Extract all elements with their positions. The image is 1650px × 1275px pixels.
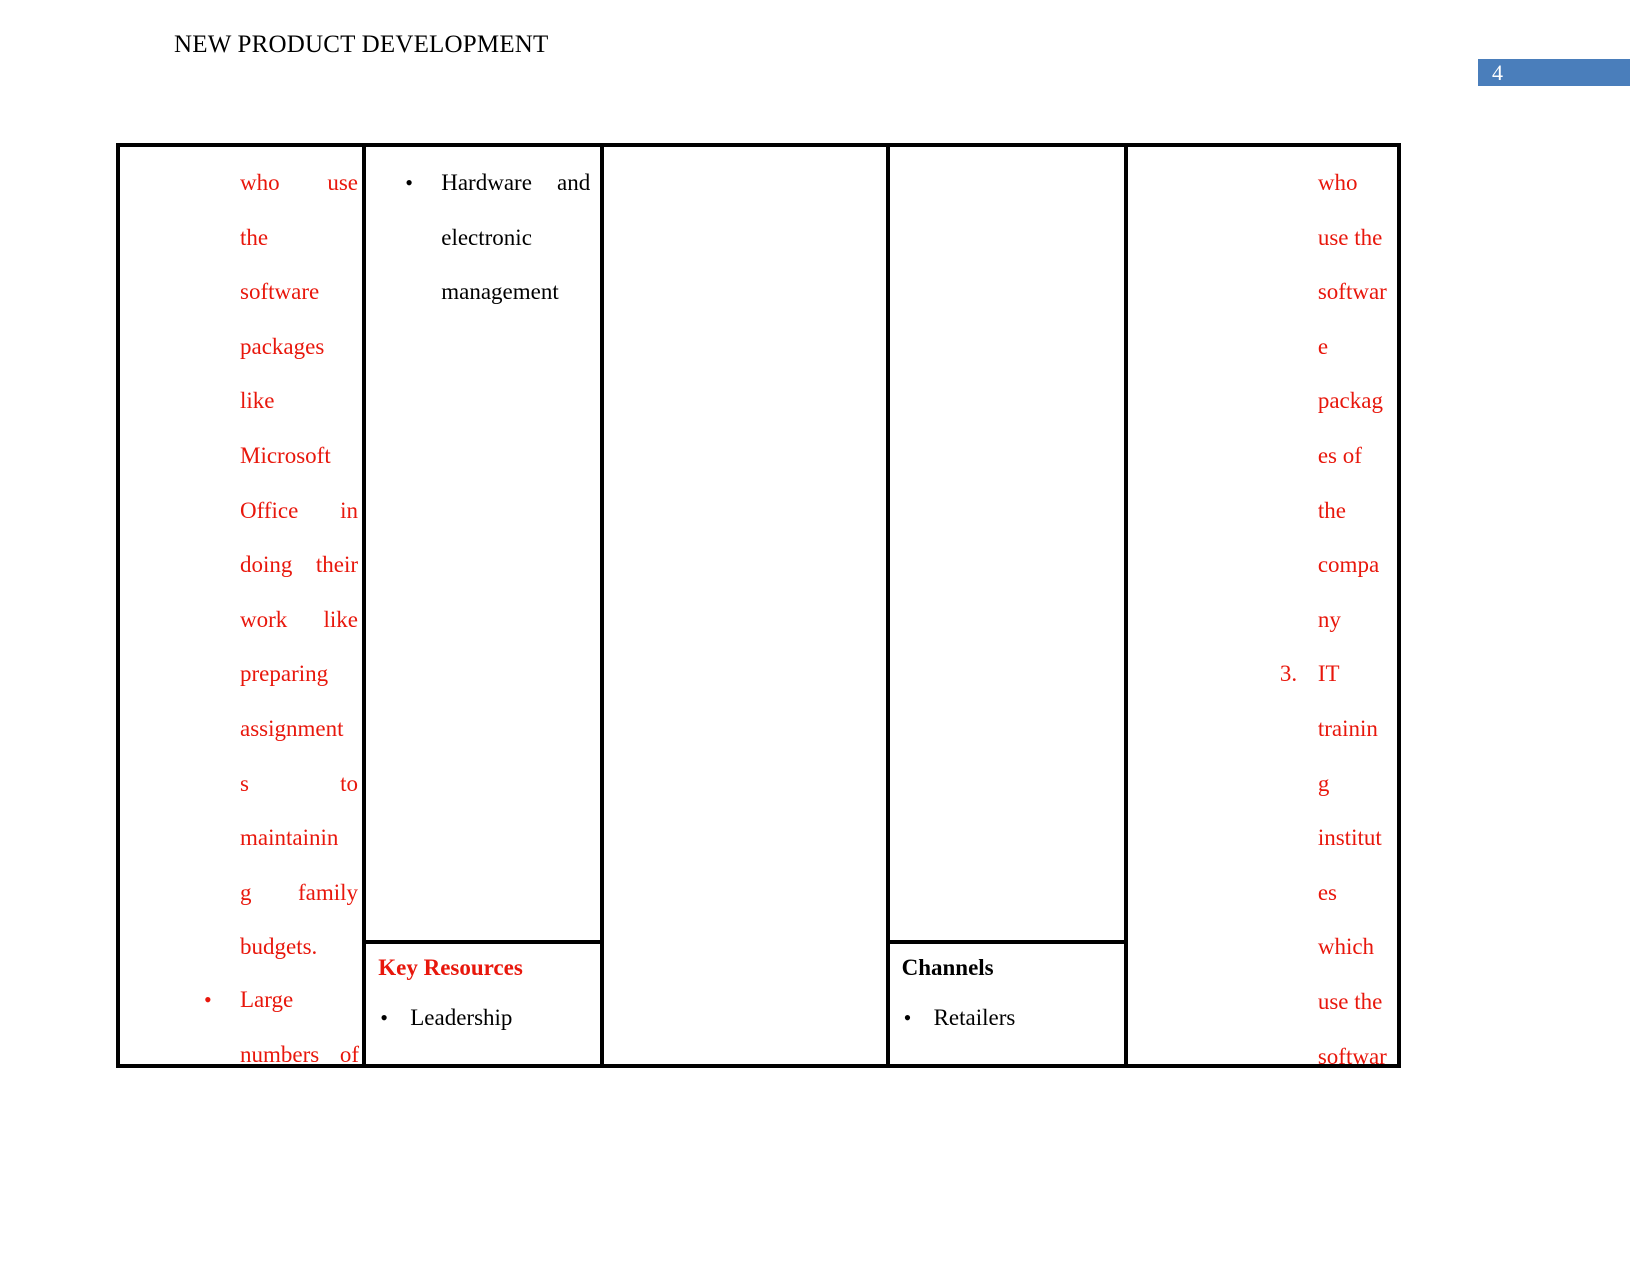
text-line: budgets. <box>240 934 318 960</box>
customer-segments-paragraph: who use the softwar e packag es of the c… <box>1280 156 1396 1065</box>
text-line: the <box>240 224 269 250</box>
text-line: institut <box>1317 825 1382 851</box>
bullet-icon: • <box>903 1005 912 1030</box>
text-line: es of <box>1317 442 1362 468</box>
text-line: Microsoft <box>240 442 331 468</box>
customer-segments-numbered-item: 3. IT <box>1280 647 1396 702</box>
table-column-customer-relationships: Channels • Retailers <box>889 147 1128 1064</box>
key-resources-item: • Leadership <box>380 1004 600 1032</box>
text-line: work like <box>240 606 358 632</box>
text-line: softwar <box>1317 1043 1387 1065</box>
cell-channels: Channels • Retailers <box>889 940 1124 1064</box>
cell-key-partners: who use the software packages like Micro… <box>120 147 362 1064</box>
text-line: packages <box>240 333 325 359</box>
cell-value-propositions <box>604 147 885 1064</box>
text-line: doing their <box>240 552 358 578</box>
key-activities-bullet-item: • Hardware and electronic management <box>405 156 590 320</box>
cell-key-activities: • Hardware and electronic management <box>366 147 600 940</box>
text-line: who <box>1317 170 1358 195</box>
text-line: numbers of <box>240 1041 359 1064</box>
bullet-icon: • <box>204 987 212 1012</box>
text-line: Hardware and <box>441 170 591 195</box>
text-line: trainin <box>1317 715 1378 741</box>
text-line: Large <box>240 987 294 1012</box>
text-line: Office in <box>240 497 358 523</box>
key-partners-paragraph: who use the software packages like Micro… <box>240 156 358 975</box>
key-partners-bullet-item: • Large numbers of <box>204 973 359 1064</box>
text-line: who use <box>240 170 358 195</box>
channels-item-label: Retailers <box>933 1005 1016 1030</box>
page-title: NEW PRODUCT DEVELOPMENT <box>174 31 549 58</box>
text-line: IT <box>1317 661 1340 687</box>
text-line: softwar <box>1317 279 1387 305</box>
cell-customer-relationships <box>890 147 1124 940</box>
table-column-value-propositions <box>604 147 890 1064</box>
text-line: which <box>1317 934 1375 960</box>
text-line: like <box>240 388 275 414</box>
page-number-banner: 4 <box>1478 59 1630 86</box>
text-line: packag <box>1317 388 1383 414</box>
text-line: management <box>441 279 559 305</box>
table-column-key-partners: who use the software packages like Micro… <box>120 147 367 1064</box>
text-line: e <box>1317 333 1329 359</box>
text-line: electronic <box>441 224 532 250</box>
text-line: software <box>240 279 320 305</box>
text-line: s to <box>240 770 358 796</box>
key-resources-heading: Key Resources <box>378 955 523 980</box>
text-line: g <box>1317 770 1330 796</box>
bullet-text: Large numbers of <box>240 973 359 1064</box>
text-line: use the <box>1317 988 1383 1014</box>
text-line: preparing <box>240 661 329 687</box>
text-line: the <box>1317 497 1346 523</box>
business-model-canvas-table: who use the software packages like Micro… <box>116 143 1401 1068</box>
bullet-icon: • <box>405 170 413 195</box>
cell-customer-segments: who use the softwar e packag es of the c… <box>1128 147 1397 1064</box>
text-line: g family <box>240 879 358 905</box>
channels-heading: Channels <box>901 955 994 980</box>
text-line: assignment <box>240 715 344 741</box>
text-line: use the <box>1317 224 1383 250</box>
text-line: ny <box>1317 606 1341 632</box>
text-line: es <box>1317 879 1338 905</box>
table-column-key-activities: • Hardware and electronic management Key… <box>366 147 605 1064</box>
cell-key-resources: Key Resources • Leadership <box>366 940 601 1064</box>
text-line: maintainin <box>240 825 339 851</box>
page-number: 4 <box>1492 60 1503 85</box>
bullet-text: Hardware and electronic management <box>441 156 590 320</box>
bullet-icon: • <box>380 1005 388 1030</box>
key-resources-item-label: Leadership <box>410 1005 513 1030</box>
text-line: compa <box>1317 552 1380 578</box>
list-number: 3. <box>1279 661 1298 687</box>
table-column-customer-segments: who use the softwar e packag es of the c… <box>1128 147 1397 1064</box>
channels-item: • Retailers <box>904 1004 1124 1032</box>
